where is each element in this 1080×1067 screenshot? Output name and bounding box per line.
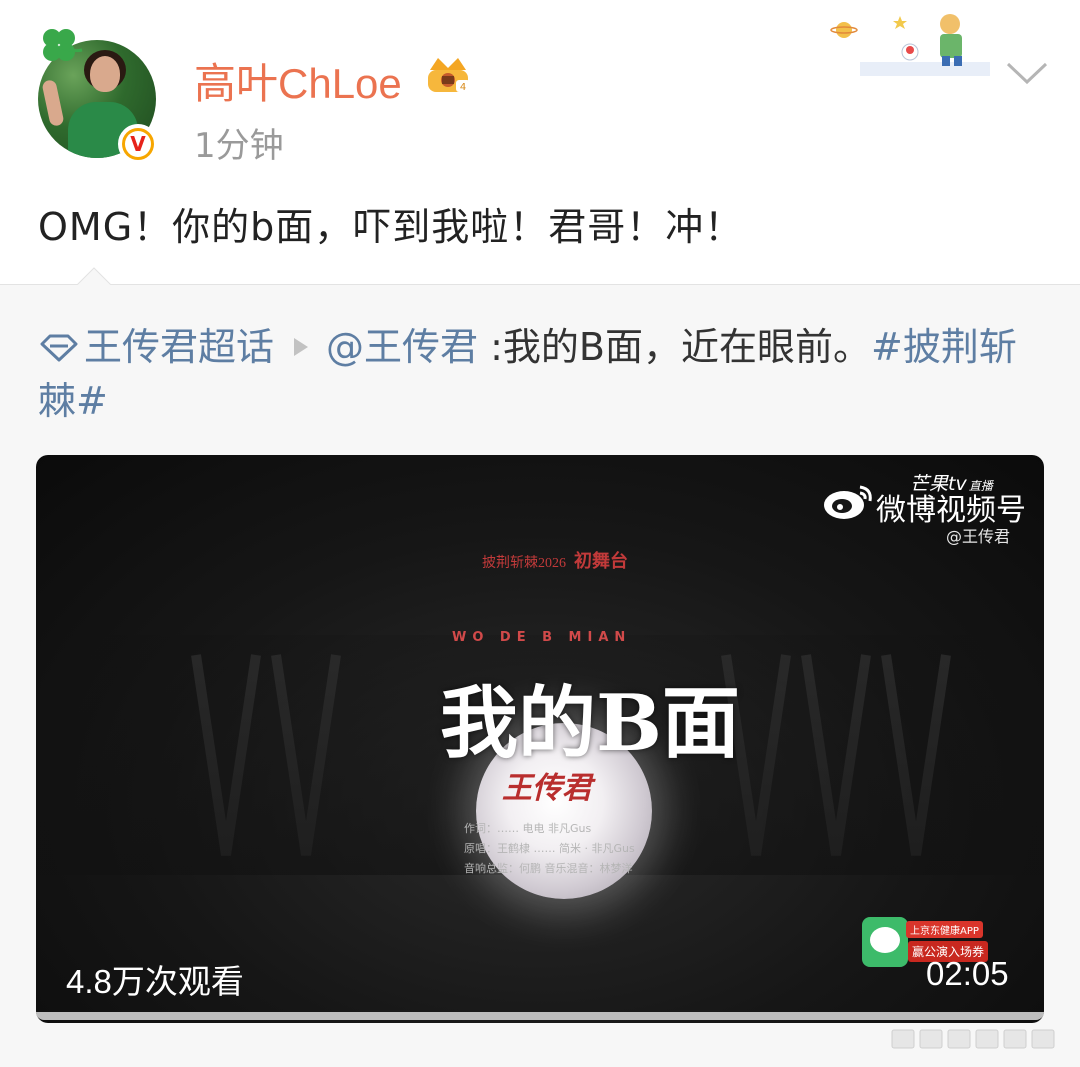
sponsor-line1: 上京东健康APP <box>906 921 983 938</box>
weibo-watermark <box>891 1029 1055 1049</box>
weibo-logo-icon <box>824 485 872 519</box>
credit-lyrics: 作词：…… 电电 非凡Gus <box>464 822 592 835</box>
little-prince-banner <box>830 14 990 76</box>
video-duration: 02:05 <box>926 955 1009 992</box>
avatar[interactable]: V <box>38 29 158 164</box>
view-count: 4.8万次观看 <box>66 963 244 1000</box>
repost-pointer <box>76 267 112 286</box>
video-progress-bar[interactable] <box>36 1012 1044 1020</box>
username[interactable]: 高叶ChLoe <box>194 50 402 111</box>
video-author-handle: @王传君 <box>946 527 1011 546</box>
member-crown-icon[interactable]: 4 <box>420 54 476 96</box>
credit-original: 原唱：王鹤棣 …… 简米 · 非凡Gus <box>464 842 635 855</box>
post-text: OMG！你的b面，吓到我啦！君哥！冲！ <box>38 205 744 249</box>
verified-badge-icon: V <box>118 124 158 164</box>
singer-name: 王传君 <box>502 771 592 806</box>
sponsor-mascot-icon <box>862 917 908 967</box>
repost-text: 王传君超话 @王传君 :我的B面，近在眼前。#披荆斩棘# <box>38 320 1048 428</box>
show-logo: 披荆斩棘2026 初舞台 <box>482 551 628 571</box>
mention-link[interactable]: @王传君 <box>326 325 478 369</box>
weibo-post: V 高叶ChLoe 4 1分钟 OMG！你的b面，吓到我啦！君哥！冲！ <box>0 0 1080 282</box>
chevron-down-icon[interactable] <box>1004 54 1050 90</box>
song-subtitle: WO DE B MIAN <box>452 630 632 645</box>
song-title: 我的B面 <box>440 678 740 769</box>
post-timestamp: 1分钟 <box>194 126 284 166</box>
video-player[interactable]: 披荆斩棘2026 初舞台 WO DE B MIAN 我的B面 王传君 作词：…… … <box>36 455 1044 1023</box>
clover-icon <box>43 29 83 61</box>
supertopic-link[interactable]: 王传君超话 <box>84 325 274 369</box>
play-triangle-icon <box>294 338 309 356</box>
svg-text:4: 4 <box>460 82 466 93</box>
diamond-icon <box>40 334 78 362</box>
credit-sound: 音响总监：何鹏 音乐混音：林梦洋 <box>464 862 633 875</box>
video-credits: 作词：…… 电电 非凡Gus 原唱：王鹤棣 …… 简米 · 非凡Gus 音响总监… <box>464 819 664 879</box>
repost-body: :我的B面，近在眼前。 <box>478 325 871 369</box>
